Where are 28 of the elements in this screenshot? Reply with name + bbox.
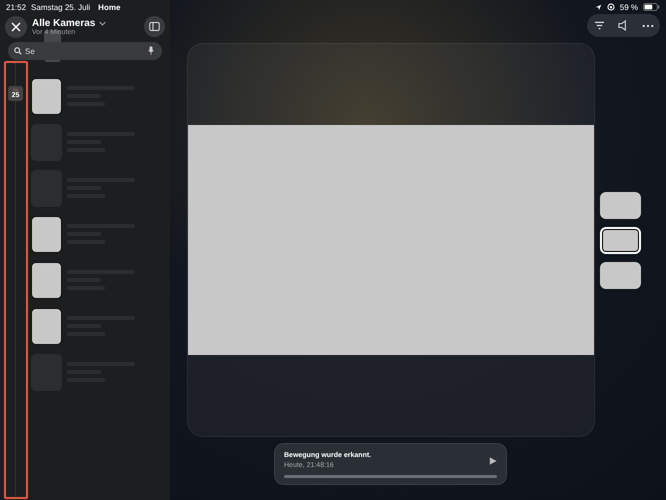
battery-icon xyxy=(643,3,660,11)
app-name: Home xyxy=(98,2,120,12)
event-thumbnail[interactable] xyxy=(31,78,62,115)
location-icon xyxy=(594,4,602,10)
close-icon xyxy=(11,22,21,32)
camera-thumbnail[interactable] xyxy=(600,192,641,218)
sidebar-icon xyxy=(149,22,160,31)
close-button[interactable] xyxy=(5,16,27,38)
speaker-icon[interactable] xyxy=(618,20,628,31)
event-thumbnail[interactable] xyxy=(31,216,62,253)
date-text: Samstag 25. Juli xyxy=(31,2,90,12)
camera-thumbnail[interactable] xyxy=(600,262,641,288)
search-field[interactable]: Se xyxy=(8,42,162,60)
clock-time: 21:52 xyxy=(6,2,26,12)
camera-group-title[interactable]: Alle Kameras xyxy=(32,18,96,28)
camera-thumbnail[interactable] xyxy=(600,226,641,254)
lock-rotation-icon xyxy=(606,3,615,11)
event-thumbnail[interactable] xyxy=(31,308,62,345)
microphone-icon[interactable] xyxy=(148,46,154,55)
playback-track[interactable] xyxy=(284,475,497,478)
filter-icon[interactable] xyxy=(594,21,604,30)
chevron-down-icon[interactable] xyxy=(99,20,106,26)
more-icon[interactable] xyxy=(642,24,654,28)
event-thumbnail[interactable] xyxy=(31,262,62,299)
battery-percentage: 59 % xyxy=(620,2,638,12)
sidebar-toggle-button[interactable] xyxy=(144,16,165,37)
play-icon[interactable] xyxy=(489,456,497,464)
search-icon xyxy=(14,47,22,55)
